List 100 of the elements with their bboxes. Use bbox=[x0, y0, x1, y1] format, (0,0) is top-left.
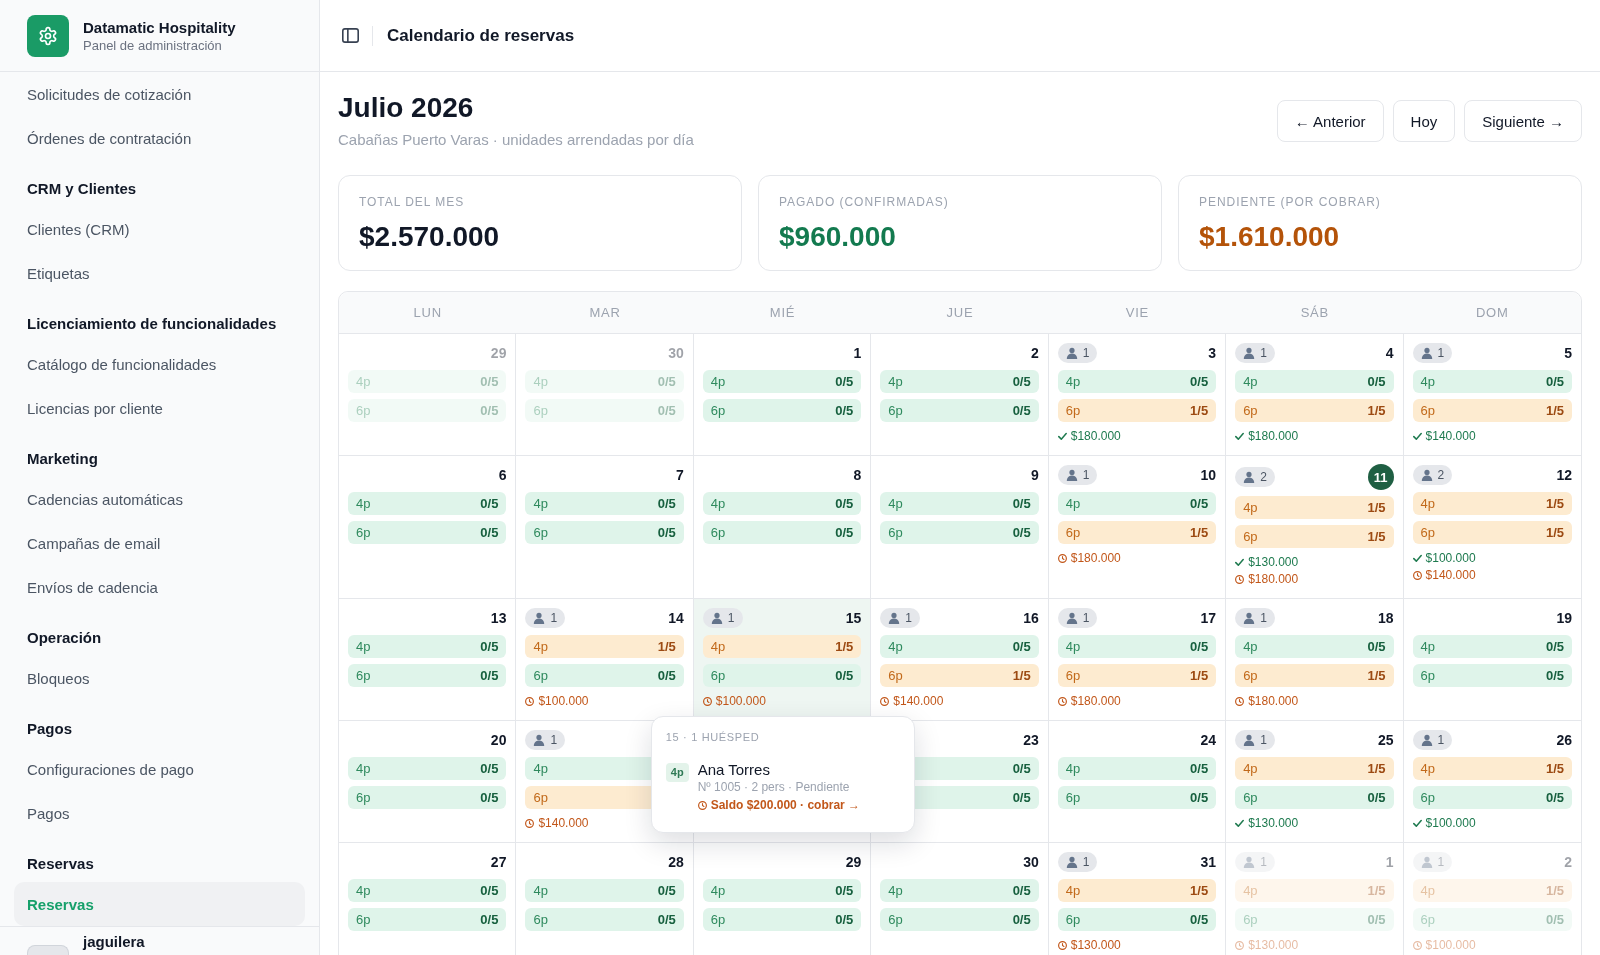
unit-label: 6p bbox=[1420, 912, 1436, 927]
unit-label: 4p bbox=[1420, 639, 1436, 654]
weekday-label: LUN bbox=[413, 305, 442, 320]
unit-count: 0/5 bbox=[1012, 761, 1031, 776]
paid-amount: $180.000 bbox=[1070, 428, 1121, 445]
unit-count: 0/5 bbox=[657, 668, 676, 683]
unit-count: 0/5 bbox=[1545, 668, 1564, 683]
unit-label: 4p bbox=[1243, 639, 1258, 654]
unit-label: 4p bbox=[888, 496, 903, 511]
day-number: 27 bbox=[490, 854, 507, 870]
unit-count: 0/5 bbox=[480, 639, 499, 654]
unit-label: 4p bbox=[1420, 761, 1436, 776]
day-number: 8 bbox=[853, 467, 862, 483]
guest-count: 1 bbox=[1260, 855, 1267, 869]
unit-count: 0/5 bbox=[480, 403, 499, 418]
unit-count: 0/5 bbox=[1012, 790, 1031, 805]
day-number: 12 bbox=[1556, 467, 1572, 483]
pending-amount: $180.000 bbox=[1070, 550, 1121, 567]
unit-count: 0/5 bbox=[480, 374, 499, 389]
unit-count: 1/5 bbox=[1367, 761, 1386, 776]
day-number: 30 bbox=[668, 345, 684, 361]
pending-amount: $180.000 bbox=[1070, 693, 1121, 710]
day-number: 26 bbox=[1556, 732, 1572, 748]
unit-label: 4p bbox=[710, 883, 726, 898]
unit-count: 0/5 bbox=[1190, 761, 1209, 776]
unit-count: 1/5 bbox=[1190, 403, 1209, 418]
guest-count: 1 bbox=[1437, 346, 1445, 360]
unit-count: 0/5 bbox=[835, 496, 854, 511]
unit-count: 0/5 bbox=[1190, 639, 1209, 654]
unit-label: 6p bbox=[710, 668, 726, 683]
nav-section-title: CRM y Clientes bbox=[27, 179, 137, 197]
unit-count: 0/5 bbox=[1012, 496, 1031, 511]
unit-label: 6p bbox=[1420, 790, 1436, 805]
unit-count: 0/5 bbox=[1367, 912, 1386, 927]
unit-label: 4p bbox=[533, 639, 548, 654]
unit-label: 6p bbox=[1243, 668, 1258, 683]
day-number: 15 bbox=[845, 610, 862, 626]
unit-count: 0/5 bbox=[1012, 374, 1031, 389]
unit-label: 4p bbox=[1243, 761, 1258, 776]
unit-label: 6p bbox=[1243, 912, 1258, 927]
unit-label: 4p bbox=[710, 639, 726, 654]
month-title: Julio 2026 bbox=[338, 91, 475, 125]
day-number: 10 bbox=[1200, 467, 1217, 483]
unit-count: 0/5 bbox=[480, 496, 499, 511]
unit-label: 6p bbox=[533, 790, 548, 805]
unit-count: 0/5 bbox=[1012, 883, 1031, 898]
nav-section-title: Operación bbox=[27, 628, 102, 646]
guest-count: 1 bbox=[1082, 855, 1090, 869]
guest-count: 1 bbox=[1082, 346, 1090, 360]
day-number: 7 bbox=[676, 467, 684, 483]
unit-label: 6p bbox=[1420, 403, 1436, 418]
guest-count: 1 bbox=[1437, 733, 1445, 747]
month-subtitle: Cabañas Puerto Varas · unidades arrendadas por día bbox=[338, 131, 694, 149]
unit-label: 6p bbox=[356, 790, 371, 805]
brand-subtitle: Panel de administración bbox=[83, 36, 223, 54]
day-number: 17 bbox=[1200, 610, 1217, 626]
unit-count: 1/5 bbox=[1367, 529, 1386, 544]
unit-label: 6p bbox=[1243, 790, 1258, 805]
unit-label: 6p bbox=[356, 668, 371, 683]
unit-count: 1/5 bbox=[1190, 525, 1209, 540]
pending-amount: $130.000 bbox=[1248, 937, 1299, 954]
pending-amount: $140.000 bbox=[1425, 567, 1476, 584]
day-number: 4 bbox=[1385, 345, 1394, 361]
pending-amount: $100.000 bbox=[538, 693, 589, 710]
unit-count: 0/5 bbox=[480, 525, 499, 540]
day-number: 29 bbox=[845, 854, 862, 870]
unit-label: 6p bbox=[888, 403, 903, 418]
guest-count: 1 bbox=[1082, 611, 1090, 625]
unit-count: 1/5 bbox=[657, 639, 676, 654]
guest-name: Ana Torres bbox=[697, 761, 771, 779]
pending-amount: $180.000 bbox=[1248, 571, 1299, 588]
day-number: 2 bbox=[1564, 854, 1572, 870]
unit-label: 4p bbox=[1065, 496, 1081, 511]
paid-amount: $100.000 bbox=[1425, 815, 1476, 832]
page-title: Calendario de reservas bbox=[387, 25, 575, 46]
day-number: 2 bbox=[1030, 345, 1039, 361]
day-number: 14 bbox=[668, 610, 684, 626]
unit-label: 6p bbox=[356, 525, 371, 540]
unit-count: 0/5 bbox=[1012, 912, 1031, 927]
unit-label: 4p bbox=[356, 639, 371, 654]
unit-count: 0/5 bbox=[657, 403, 676, 418]
guest-count: 1 bbox=[1260, 733, 1267, 747]
unit-label: 6p bbox=[533, 668, 548, 683]
unit-label: 6p bbox=[533, 912, 548, 927]
unit-count: 0/5 bbox=[657, 525, 676, 540]
unit-label: 4p bbox=[1065, 883, 1081, 898]
summary-value: $960.000 bbox=[779, 220, 897, 254]
unit-label: 6p bbox=[533, 403, 548, 418]
unit-count: 1/5 bbox=[1545, 883, 1564, 898]
unit-count: 0/5 bbox=[1367, 374, 1386, 389]
unit-count: 1/5 bbox=[1190, 668, 1209, 683]
unit-count: 0/5 bbox=[1012, 639, 1031, 654]
unit-label: 4p bbox=[533, 883, 548, 898]
unit-count: 1/5 bbox=[1545, 525, 1564, 540]
nav-section-title: Pagos bbox=[27, 719, 72, 737]
unit-count: 0/5 bbox=[1012, 403, 1031, 418]
unit-label: 4p bbox=[888, 374, 903, 389]
guest-count: 1 bbox=[550, 611, 558, 625]
unit-count: 0/5 bbox=[835, 525, 854, 540]
weekday-label: MAR bbox=[589, 305, 621, 320]
